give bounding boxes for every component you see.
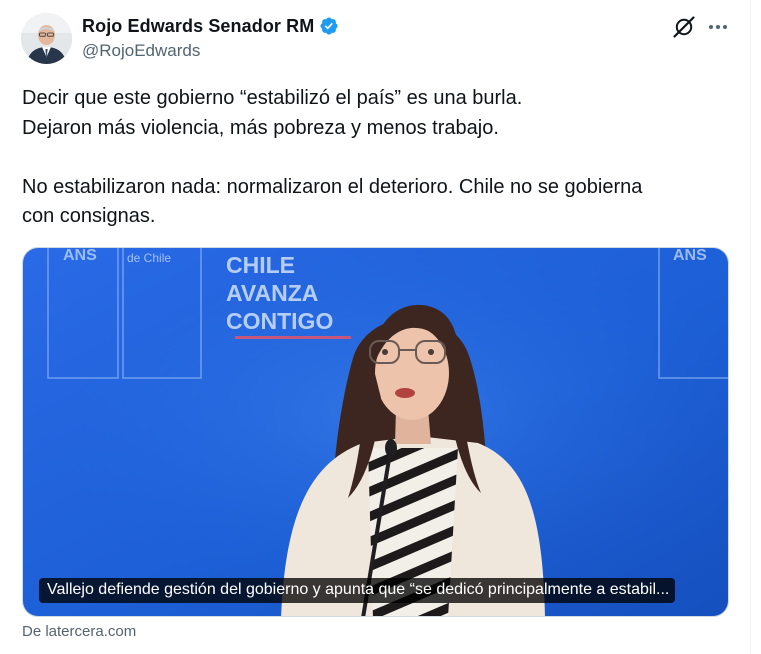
link-card-caption: Vallejo defiende gestión del gobierno y … <box>39 578 676 603</box>
backdrop-slogan-line: AVANZA <box>226 280 318 306</box>
link-card-image[interactable]: ANS ANS de Chile CHILE AVANZA CONTIGO Va… <box>22 247 729 617</box>
name-row: Rojo Edwards Senador RM <box>82 14 339 38</box>
link-source[interactable]: De latercera.com <box>22 623 136 640</box>
tweet-card: Rojo Edwards Senador RM @RojoEdwards Dec… <box>0 0 761 654</box>
backdrop-left-text: de Chile <box>127 251 171 265</box>
svg-text:ANS: ANS <box>63 248 97 264</box>
grok-icon[interactable] <box>672 15 696 39</box>
author-info: Rojo Edwards Senador RM @RojoEdwards <box>82 14 339 61</box>
svg-text:ANS: ANS <box>673 248 707 264</box>
more-icon[interactable] <box>706 16 730 38</box>
column-border <box>750 0 751 654</box>
tweet-line: con consignas. <box>22 205 156 227</box>
backdrop-slogan-line: CONTIGO <box>226 308 333 334</box>
tweet-line: Decir que este gobierno “estabilizó el p… <box>22 87 523 109</box>
display-name[interactable]: Rojo Edwards Senador RM <box>82 16 314 37</box>
press-conference-photo: ANS ANS de Chile CHILE AVANZA CONTIGO <box>23 248 728 616</box>
tweet-line: No estabilizaron nada: normalizaron el d… <box>22 175 643 198</box>
backdrop-slogan-line: CHILE <box>226 252 295 278</box>
avatar[interactable] <box>21 13 72 64</box>
verified-badge-icon <box>319 16 339 36</box>
tweet-text: Decir que este gobierno “estabilizó el p… <box>22 84 722 232</box>
tweet-line: Dejaron más violencia, más pobreza y men… <box>22 116 499 139</box>
handle[interactable]: @RojoEdwards <box>82 41 339 61</box>
avatar-photo <box>21 13 72 64</box>
